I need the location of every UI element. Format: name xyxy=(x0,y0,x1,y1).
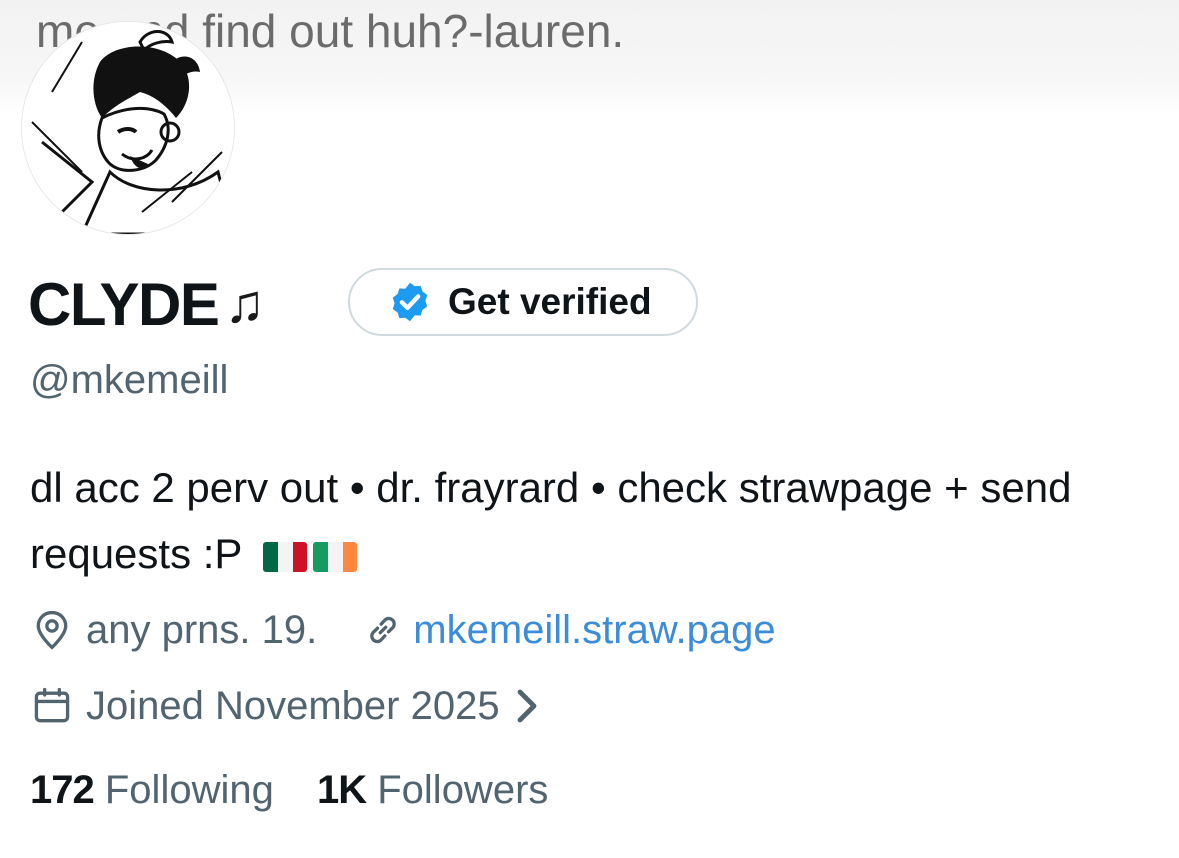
profile-handle: @mkemeill xyxy=(30,358,229,402)
ireland-flag-icon xyxy=(313,542,358,572)
get-verified-button[interactable]: Get verified xyxy=(348,268,698,336)
get-verified-label: Get verified xyxy=(448,281,652,322)
followers-count: 1K xyxy=(316,768,367,812)
music-note-icon: ♫ xyxy=(224,274,265,334)
chevron-right-icon xyxy=(517,689,536,723)
display-name-row: CLYDE ♫ xyxy=(28,262,265,346)
profile-location: any prns. 19. xyxy=(86,607,318,652)
following-count: 172 xyxy=(30,768,95,812)
profile-joined-date: Joined November 2025 xyxy=(86,683,500,728)
verified-badge-icon xyxy=(392,282,428,322)
link-icon xyxy=(361,608,405,652)
follow-stats: 172 Following 1K Followers xyxy=(30,768,548,813)
avatar-illustration xyxy=(22,22,234,234)
followers-label: Followers xyxy=(377,768,549,812)
location-pin-icon xyxy=(30,608,74,652)
following-stat[interactable]: 172 Following xyxy=(30,768,274,813)
following-label: Following xyxy=(104,768,274,812)
bio-flags xyxy=(263,542,358,572)
calendar-icon xyxy=(30,684,74,728)
display-name: CLYDE xyxy=(28,270,220,338)
profile-website-link[interactable]: mkemeill.straw.page xyxy=(413,608,775,653)
profile-meta-row: any prns. 19. mkemeill.straw.page xyxy=(30,604,776,656)
joined-row[interactable]: Joined November 2025 xyxy=(30,680,540,732)
mexico-flag-icon xyxy=(263,542,308,572)
followers-stat[interactable]: 1K Followers xyxy=(317,768,548,813)
bio-text: dl acc 2 perv out • dr. frayrard • check… xyxy=(30,464,1072,577)
profile-bio: dl acc 2 perv out • dr. frayrard • check… xyxy=(30,455,1150,587)
avatar[interactable] xyxy=(22,22,234,234)
